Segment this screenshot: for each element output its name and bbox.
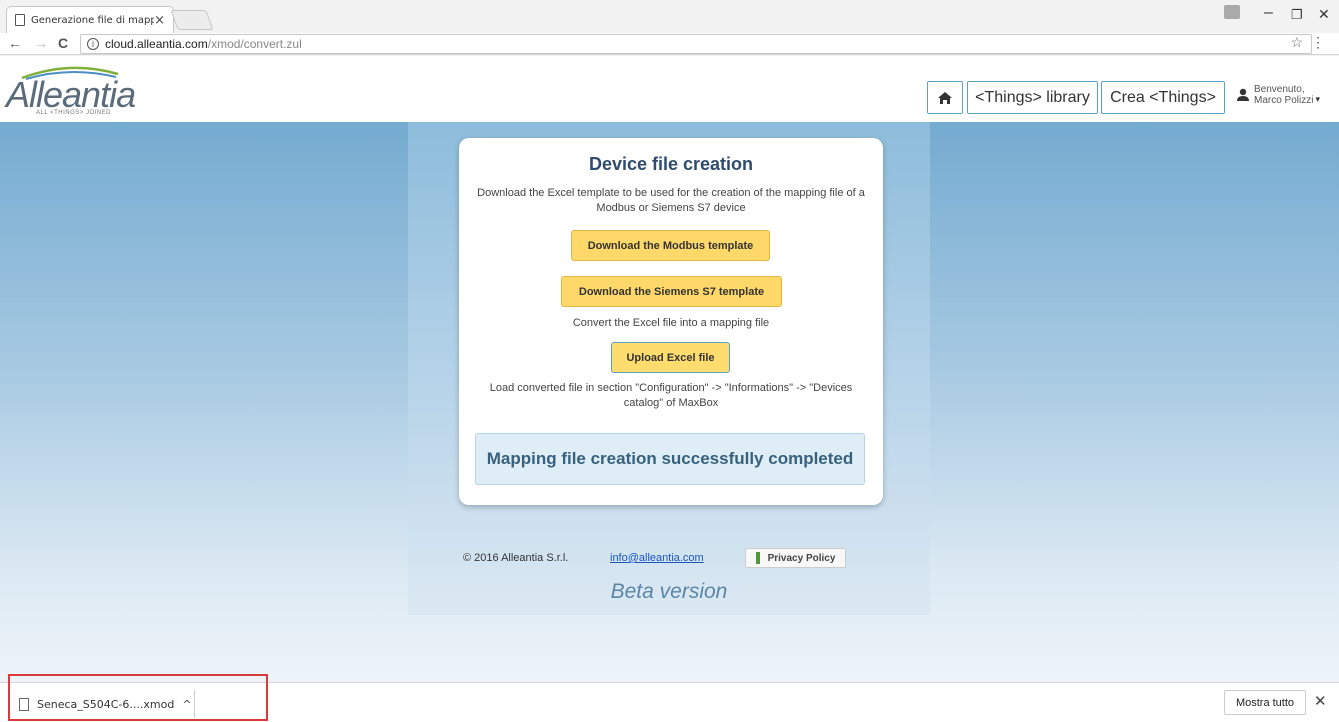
privacy-policy-button[interactable]: Privacy Policy xyxy=(745,548,846,568)
browser-toolbar: ← → C i cloud.alleantia.com/xmod/convert… xyxy=(0,33,1339,55)
site-info-icon[interactable]: i xyxy=(87,38,99,50)
app-header: Alleantia ALL <THINGS> JOINED <Things> l… xyxy=(0,56,1339,122)
tab-title: Generazione file di mapp xyxy=(31,14,155,26)
convert-text: Convert the Excel file into a mapping fi… xyxy=(572,317,770,329)
create-things-button[interactable]: Crea <Things> xyxy=(1101,81,1225,114)
browser-tabstrip: Generazione file di mapp × – ❐ ✕ xyxy=(0,0,1339,34)
address-bar[interactable]: i cloud.alleantia.com/xmod/convert.zul xyxy=(80,34,1312,54)
user-greeting: Benvenuto, xyxy=(1254,84,1305,95)
back-icon[interactable]: ← xyxy=(8,35,22,51)
device-file-card: Device file creation Download the Excel … xyxy=(459,138,883,505)
bookmark-star-icon[interactable]: ☆ xyxy=(1290,34,1303,51)
browser-tab[interactable]: Generazione file di mapp × xyxy=(6,6,174,33)
home-button[interactable] xyxy=(927,81,963,114)
alleantia-logo[interactable]: Alleantia ALL <THINGS> JOINED xyxy=(6,62,136,118)
download-modbus-button[interactable]: Download the Modbus template xyxy=(571,230,770,261)
new-tab-button[interactable] xyxy=(170,10,214,30)
chevron-down-icon: ▾ xyxy=(1315,93,1320,104)
highlight-box xyxy=(8,674,268,721)
forward-icon[interactable]: → xyxy=(34,35,48,51)
maximize-icon[interactable]: ❐ xyxy=(1291,7,1303,23)
show-all-button[interactable]: Mostra tutto xyxy=(1224,690,1306,715)
user-name: Marco Polizzi xyxy=(1254,95,1314,106)
url-host: cloud.alleantia.com xyxy=(105,37,208,51)
things-library-button[interactable]: <Things> library xyxy=(967,81,1098,114)
minimize-icon[interactable]: – xyxy=(1264,4,1273,22)
reload-icon[interactable]: C xyxy=(58,35,68,51)
card-intro-text: Download the Excel template to be used f… xyxy=(477,187,865,214)
logo-tagline: ALL <THINGS> JOINED xyxy=(36,110,111,116)
user-icon xyxy=(1237,88,1249,101)
home-icon xyxy=(938,91,952,104)
profile-icon[interactable] xyxy=(1224,5,1240,19)
shelf-close-icon[interactable]: ✕ xyxy=(1314,692,1327,710)
download-siemens-button[interactable]: Download the Siemens S7 template xyxy=(561,276,782,307)
beta-version-label: Beta version xyxy=(610,580,728,603)
tab-close-icon[interactable]: × xyxy=(154,13,165,28)
load-instructions-text: Load converted file in section "Configur… xyxy=(489,382,853,409)
browser-menu-icon[interactable]: ⋮ xyxy=(1311,34,1325,51)
page-icon xyxy=(15,14,25,26)
privacy-icon xyxy=(755,552,760,564)
window-close-icon[interactable]: ✕ xyxy=(1318,6,1330,23)
user-menu[interactable]: Benvenuto, Marco Polizzi ▾ xyxy=(1236,84,1320,106)
upload-excel-button[interactable]: Upload Excel file xyxy=(611,342,730,373)
success-message: Mapping file creation successfully compl… xyxy=(475,433,865,485)
email-link[interactable]: info@alleantia.com xyxy=(610,552,704,564)
copyright-text: © 2016 Alleantia S.r.l. xyxy=(463,552,569,564)
card-title: Device file creation xyxy=(588,154,754,174)
privacy-label: Privacy Policy xyxy=(767,552,836,564)
url-path: /xmod/convert.zul xyxy=(207,37,302,51)
